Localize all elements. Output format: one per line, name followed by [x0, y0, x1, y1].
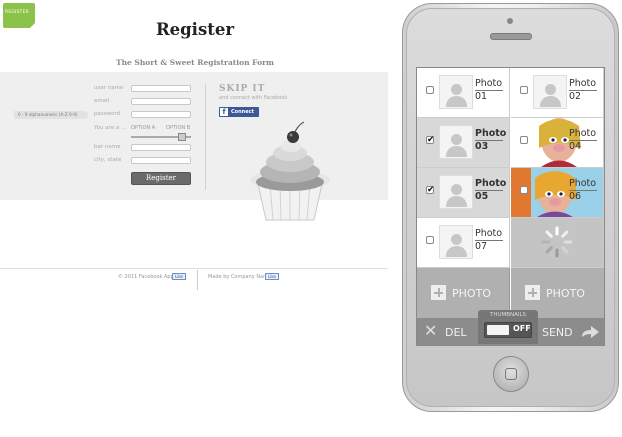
city-state-input[interactable] [131, 157, 191, 164]
home-square-icon [505, 368, 517, 380]
loading-cell [511, 218, 604, 268]
slug-hint: 0 - 9 alphanumeric (A-Z 0-9) [14, 111, 88, 119]
facebook-connect-label: Connect [231, 109, 254, 115]
password-label: password [94, 111, 121, 117]
delete-x-icon[interactable]: ✕ [424, 323, 437, 339]
thumbnails-panel: THUMBNAILS OFF [478, 310, 538, 344]
photo-checkbox[interactable] [520, 186, 528, 194]
username-input[interactable] [131, 85, 191, 92]
photo-label: Photo 01 [475, 78, 503, 102]
facebook-icon: f [220, 108, 228, 116]
option-a-label: OPTION A [131, 125, 156, 131]
thumbnails-toggle[interactable]: OFF [484, 322, 532, 338]
option-b-label: OPTION B [166, 125, 191, 131]
facebook-connect-button[interactable]: f Connect [219, 107, 259, 117]
photo-cell[interactable]: Photo 04 [511, 118, 604, 168]
city-state-label: city, state [94, 157, 122, 163]
photo-cell[interactable]: Photo 07 [417, 218, 510, 268]
register-badge: REGISTER [3, 3, 36, 29]
password-input[interactable] [131, 111, 191, 118]
option-slider-handle[interactable] [178, 133, 186, 141]
register-button[interactable]: Register [131, 172, 191, 185]
footer-copyright: © 2011 Facebook App [118, 274, 174, 280]
page-title: Register [155, 20, 235, 39]
footer-vertical-divider [197, 270, 198, 290]
thumbnails-label: THUMBNAILS [489, 312, 527, 318]
plus-icon [525, 285, 540, 300]
photo-cell[interactable]: Photo 01 [417, 68, 510, 118]
photo-checkbox[interactable] [520, 86, 528, 94]
send-button[interactable]: SEND [542, 326, 573, 339]
speaker-grille [490, 33, 532, 40]
panel-divider [205, 84, 206, 190]
you-are-label: You are a ... [94, 125, 127, 131]
photo-checkbox[interactable] [426, 236, 434, 244]
add-photo-label: PHOTO [452, 287, 491, 300]
skip-it-subtitle: and connect with Facebook [219, 95, 288, 101]
delete-button[interactable]: DEL [445, 326, 467, 339]
username-label: user name [94, 85, 124, 91]
photo-checkbox-checked[interactable]: ✔ [426, 186, 435, 195]
photo-placeholder-icon [533, 75, 567, 109]
add-photo-label: PHOTO [546, 287, 585, 300]
photo-placeholder-icon [439, 125, 473, 159]
photo-cell[interactable]: Photo 02 [511, 68, 604, 118]
cupcake-illustration [250, 121, 330, 221]
send-arrow-icon[interactable] [580, 325, 600, 339]
bottom-toolbar: ✕ DEL THUMBNAILS OFF SEND [417, 310, 604, 345]
plus-icon [431, 285, 446, 300]
email-label: email [94, 98, 110, 104]
photo-label: Photo 07 [475, 228, 503, 252]
footer-like-button[interactable]: Like [172, 273, 186, 280]
photo-label: Photo 04 [569, 128, 597, 152]
photo-checkbox[interactable] [520, 136, 528, 144]
photo-label: Photo 03 [475, 128, 507, 152]
camera-icon [507, 18, 513, 24]
photo-label: Photo 06 [569, 178, 597, 202]
toggle-state-label: OFF [513, 324, 531, 333]
email-input[interactable] [131, 98, 191, 105]
photo-label: Photo 02 [569, 78, 597, 102]
bar-name-label: bar name [94, 144, 121, 150]
footer-divider [0, 268, 388, 269]
photo-placeholder-icon [439, 75, 473, 109]
photo-label: Photo 05 [475, 178, 507, 202]
photo-cell-selected[interactable]: ✔ Photo 05 [417, 168, 510, 218]
loading-spinner-icon [541, 226, 573, 258]
footer-credit: Made by Company Name [208, 274, 272, 280]
photo-checkbox-checked[interactable]: ✔ [426, 136, 435, 145]
photo-placeholder-icon [439, 225, 473, 259]
photo-cell[interactable]: Photo 06 [511, 168, 604, 218]
photo-checkbox[interactable] [426, 86, 434, 94]
footer-like-button-2[interactable]: Like [265, 273, 279, 280]
register-badge-text: REGISTER [5, 10, 29, 15]
photo-placeholder-icon [439, 175, 473, 209]
page-subtitle: The Short & Sweet Registration Form [116, 58, 274, 67]
skip-it-heading: SKIP IT [219, 84, 266, 94]
bar-name-input[interactable] [131, 144, 191, 151]
toggle-knob [487, 325, 509, 335]
photo-cell-selected[interactable]: ✔ Photo 03 [417, 118, 510, 168]
phone-screen: Photo 01 Photo 02 ✔ Photo 03 Photo 04 ✔ Phot… [416, 67, 605, 346]
